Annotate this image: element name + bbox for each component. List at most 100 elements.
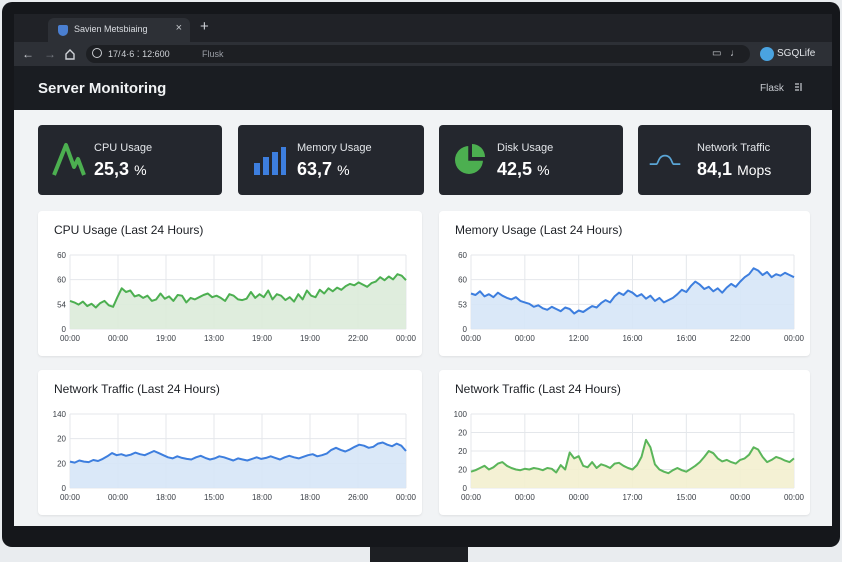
x-tick-label: 00:00 [515,334,536,343]
url-path: Flusk [202,49,224,59]
y-tick-label: 60 [458,276,467,285]
y-tick-label: 54 [57,300,66,309]
stat-value: 25,3 % [94,159,147,179]
stat-label: Network Traffic [697,142,771,154]
bar-chart-icon [254,147,286,175]
install-app-icon[interactable]: ▭ [712,48,721,59]
y-tick-label: 60 [458,251,467,260]
y-tick-label: 20 [57,459,66,468]
network-traffic-chart-1: 1402020000:00 00:00 18:00 15:00 18:00 18:00 26… [53,410,417,502]
pulse-icon [649,154,681,165]
y-tick-label: 53 [458,300,467,309]
x-tick-label: 18:00 [156,493,177,502]
y-tick-label: 100 [454,410,468,419]
cpu-spike-icon [52,143,86,176]
stat-label: Memory Usage [297,142,372,154]
stat-card-cpu: CPU Usage 25,3 % [38,125,222,195]
stat-value: 42,5 % [497,159,550,179]
stat-value: 84,1 Mops [697,159,772,179]
x-tick-label: 00:00 [60,334,81,343]
chart-title: Network Traffic (Last 24 Hours) [455,382,621,396]
stat-card-network: Network Traffic 84,1 Mops [638,125,811,195]
browser-toolbar: ← → 17/ 4·6 ⁚ 12:600 Flusk ▭ ♩ SGQLife [14,42,832,66]
x-tick-label: 26:00 [348,493,369,502]
x-tick-label: 00:00 [784,493,805,502]
site-info-icon[interactable] [92,48,102,58]
x-tick-label: 00:00 [515,493,536,502]
stat-label: Disk Usage [497,142,554,154]
y-tick-label: 0 [463,325,468,334]
x-tick-label: 22:00 [730,334,751,343]
tab-title: Savien Metsbiaing [74,24,148,34]
x-tick-label: 16:00 [622,334,643,343]
x-tick-label: 18:00 [300,493,321,502]
y-tick-label: 20 [458,429,467,438]
y-tick-label: 60 [57,251,66,260]
url-text: 17/ 4·6 ⁚ 12:600 [108,49,170,59]
x-tick-label: 12:00 [569,334,590,343]
x-tick-label: 17:00 [622,493,643,502]
monitor-stand [370,547,468,562]
chart-title: CPU Usage (Last 24 Hours) [54,223,204,237]
x-tick-label: 19:00 [300,334,321,343]
shield-favicon-icon [58,25,68,36]
x-tick-label: 13:00 [204,334,225,343]
x-tick-label: 00:00 [108,334,129,343]
x-tick-label: 00:00 [784,334,805,343]
x-tick-label: 19:00 [156,334,177,343]
y-tick-label: 0 [62,325,67,334]
screen: Savien Metsbiaing × + ← → 17/ 4·6 ⁚ 12:6… [14,14,832,526]
x-tick-label: 18:00 [252,493,273,502]
x-tick-label: 00:00 [60,493,81,502]
home-icon[interactable] [64,48,76,60]
y-tick-label: 0 [463,484,468,493]
x-tick-label: 00:00 [396,493,417,502]
x-tick-label: 00:00 [396,334,417,343]
app-header: Server Monitoring Flask [14,66,832,110]
x-tick-label: 00:00 [108,493,129,502]
browser-tab[interactable]: Savien Metsbiaing × [48,18,190,42]
y-tick-label: 20 [458,447,467,456]
x-tick-label: 22:00 [348,334,369,343]
back-arrow-icon[interactable]: ← [22,46,34,62]
series-area [70,442,406,488]
x-tick-label: 00:00 [569,493,590,502]
stat-label: CPU Usage [94,142,153,154]
chart-card-network-2: Network Traffic (Last 24 Hours) 100 20 20 2… [439,370,810,515]
nav-link-flask[interactable]: Flask [760,83,784,94]
chart-card-cpu: CPU Usage (Last 24 Hours) 60 60 54 0 00:00 00… [38,211,422,356]
microphone-icon[interactable]: ♩ [730,48,740,59]
forward-arrow-icon[interactable]: → [44,46,56,62]
monitor-bezel: Savien Metsbiaing × + ← → 17/ 4·6 ⁚ 12:6… [2,2,840,547]
memory-usage-chart: 606053000:00 00:00 12:00 16:00 16:00 22:00 00:… [458,251,805,343]
new-tab-button[interactable]: + [200,18,209,36]
y-tick-label: 60 [57,276,66,285]
profile-name: SGQLife [777,48,816,59]
page-title: Server Monitoring [38,80,167,97]
x-tick-label: 00:00 [461,334,482,343]
stat-card-memory: Memory Usage 63,7 % [238,125,424,195]
y-tick-label: 20 [458,466,467,475]
profile-avatar-icon [760,47,774,61]
tab-close-icon[interactable]: × [176,22,182,34]
series-area [70,274,406,329]
address-bar[interactable]: 17/ 4·6 ⁚ 12:600 Flusk ▭ ♩ [86,45,750,63]
x-tick-label: 15:00 [676,493,697,502]
chart-card-network-1: Network Traffic (Last 24 Hours) 140 20 20 0… [38,370,422,515]
chart-title: Network Traffic (Last 24 Hours) [54,382,220,396]
y-tick-label: 140 [53,410,67,419]
x-tick-label: 00:00 [461,493,482,502]
x-tick-label: 15:00 [204,493,225,502]
x-tick-label: 19:00 [252,334,273,343]
browser-tabbar: Savien Metsbiaing × + [14,14,832,42]
menu-icon[interactable] [794,82,804,92]
chart-title: Memory Usage (Last 24 Hours) [455,223,623,237]
pie-chart-icon [455,144,485,174]
chart-card-memory: Memory Usage (Last 24 Hours) 60 60 53 0 00:0… [439,211,810,356]
network-traffic-chart-2: 100202020000:00 00:00 00:00 17:00 15:00 00:00… [454,410,805,502]
stat-card-disk: Disk Usage 42,5 % [439,125,623,195]
x-tick-label: 16:00 [676,334,697,343]
x-tick-label: 00:00 [730,493,751,502]
stat-value: 63,7 % [297,159,350,179]
y-tick-label: 20 [57,435,66,444]
